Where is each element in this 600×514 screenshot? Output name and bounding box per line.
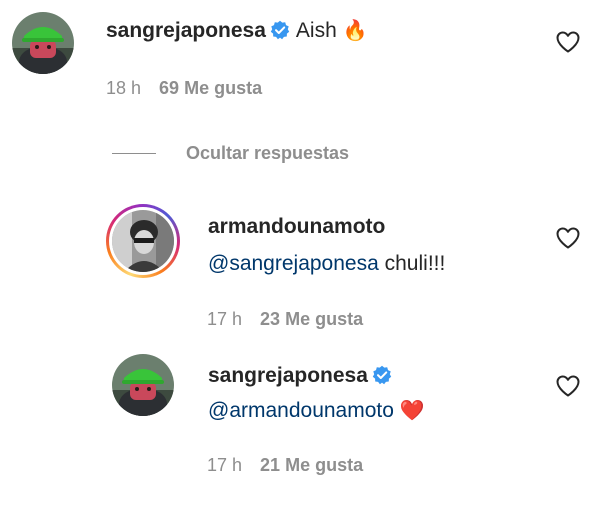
avatar-armandounamoto[interactable] [106, 204, 180, 278]
reply-1-time[interactable]: 17 h [207, 309, 242, 329]
comment-meta: 18 h 69 Me gusta [106, 76, 262, 100]
reply-1-text-line: @sangrejaponesa chuli!!! [208, 250, 445, 278]
reply-2-text-line: @armandounamoto ❤️ [208, 397, 425, 425]
avatar-photo [112, 210, 174, 272]
reply-1-likes[interactable]: 23 Me gusta [260, 309, 363, 329]
comment-line: sangrejaponesa Aish 🔥 [106, 17, 368, 48]
reply-1-username[interactable]: armandounamoto [208, 215, 385, 238]
like-reply-1-button[interactable] [555, 226, 581, 250]
reply-1-text: chuli!!! [384, 252, 446, 275]
like-reply-2-button[interactable] [555, 374, 581, 398]
story-ring [109, 207, 177, 275]
heart-outline-icon [556, 227, 580, 249]
comment-username[interactable]: sangrejaponesa [106, 19, 266, 42]
reply-2-username-line: sangrejaponesa [208, 362, 398, 393]
reply-1-username-line: armandounamoto [208, 213, 385, 241]
comment-time[interactable]: 18 h [106, 78, 141, 98]
reply-1-meta: 17 h 23 Me gusta [207, 307, 363, 331]
divider-line [112, 152, 156, 154]
like-comment-button[interactable] [555, 30, 581, 54]
reply-1-mention-link[interactable]: @sangrejaponesa [208, 252, 379, 275]
avatar-sangrejaponesa-reply[interactable] [112, 354, 174, 416]
verified-badge-icon [372, 365, 392, 393]
verified-badge-icon [270, 20, 290, 48]
red-heart-emoji: ❤️ [399, 400, 425, 422]
reply-2-meta: 17 h 21 Me gusta [207, 453, 363, 477]
reply-2-mention-link[interactable]: @armandounamoto [208, 399, 394, 422]
hide-replies-button[interactable]: Ocultar respuestas [112, 140, 349, 166]
heart-outline-icon [556, 31, 580, 53]
comment-text: Aish [295, 19, 337, 42]
reply-2-time[interactable]: 17 h [207, 455, 242, 475]
reply-2-likes[interactable]: 21 Me gusta [260, 455, 363, 475]
hide-replies-label: Ocultar respuestas [186, 142, 350, 163]
avatar-sangrejaponesa[interactable] [12, 12, 74, 74]
fire-emoji: 🔥 [342, 20, 368, 42]
reply-2-username[interactable]: sangrejaponesa [208, 364, 368, 387]
comment-likes[interactable]: 69 Me gusta [159, 78, 262, 98]
heart-outline-icon [556, 375, 580, 397]
